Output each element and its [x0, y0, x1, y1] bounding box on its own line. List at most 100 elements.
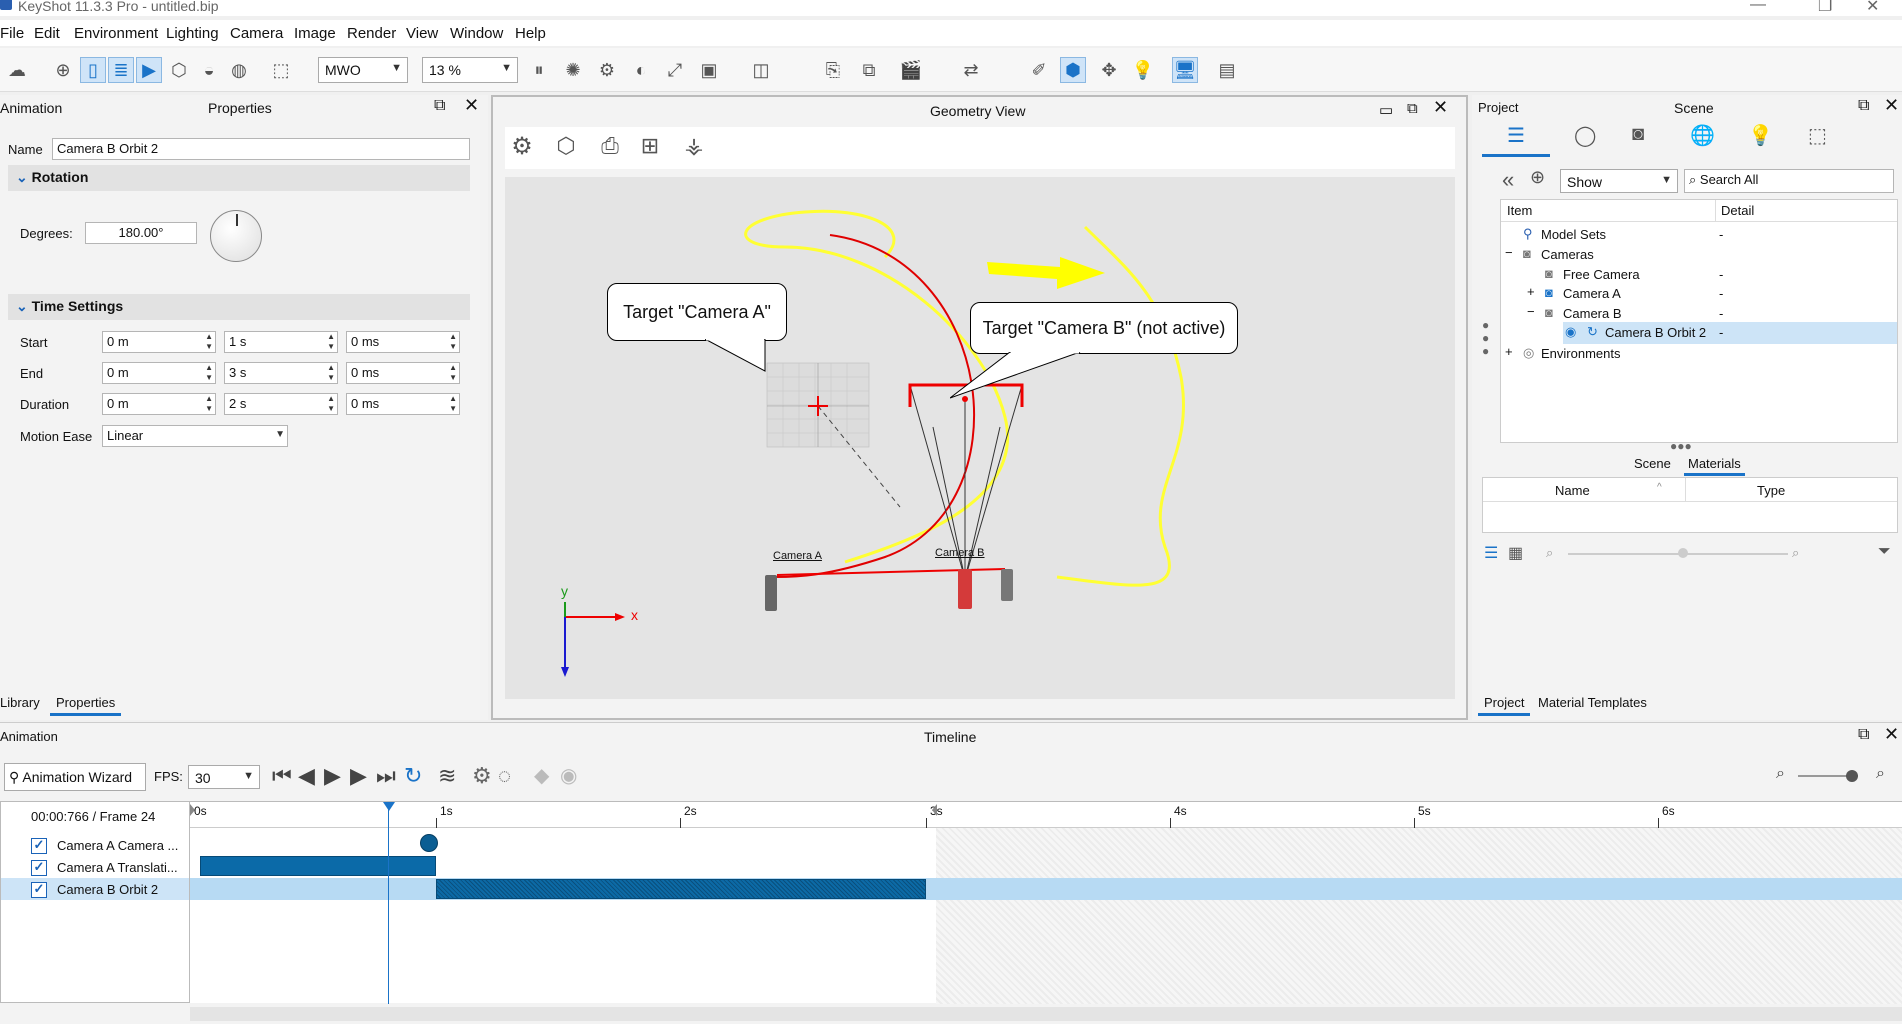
material-tab-icon[interactable]: ◯ [1574, 123, 1596, 148]
menu-lighting[interactable]: Lighting [166, 25, 219, 42]
time-settings-section[interactable]: ⌄ Time Settings [8, 294, 470, 320]
expand-tree-icon[interactable]: + [1527, 284, 1535, 299]
menu-environment[interactable]: Environment [74, 25, 158, 42]
collapse-tree-icon[interactable]: − [1505, 245, 1513, 260]
show-select[interactable]: Show ▼ [1560, 169, 1678, 193]
close-panel-icon[interactable]: ✕ [1884, 95, 1899, 116]
tab-scene[interactable]: Scene [1634, 456, 1671, 471]
motion-blur-icon[interactable]: ≋ [438, 763, 456, 789]
import-icon[interactable]: ⊕ [50, 57, 76, 83]
settings-icon[interactable]: ⚙ [472, 763, 492, 789]
skip-end-icon[interactable]: ⏭ [376, 763, 396, 789]
preview-icon[interactable]: ◌ [498, 763, 511, 789]
close-panel-icon[interactable]: ✕ [464, 95, 479, 116]
screenshot-icon[interactable]: ◫ [748, 57, 774, 83]
degrees-input[interactable]: 180.00° [85, 222, 197, 244]
tree-item-model-sets[interactable]: ⚲ Model Sets - [1501, 224, 1901, 246]
pause-icon[interactable]: ⏸ [526, 57, 552, 83]
spinner-icon[interactable]: ▲ ▼ [205, 394, 213, 414]
cloud-icon[interactable]: ☁ [4, 57, 30, 83]
eye-icon[interactable]: ◉ [1565, 324, 1576, 340]
image-tab-icon[interactable]: ⬚ [1808, 123, 1827, 148]
lock-icon[interactable]: ▣ [696, 57, 722, 83]
timeline-track-area[interactable]: 0s 1s 2s 3s 4s 5s 6s [190, 801, 1902, 1004]
mwo-select[interactable]: MWO ▼ [318, 57, 408, 83]
expand-tree-icon[interactable]: + [1505, 344, 1513, 359]
step-back-icon[interactable]: ◀ [298, 763, 315, 789]
timeline-scrollbar[interactable] [190, 1007, 1902, 1021]
camera-a-translation-clip[interactable] [200, 856, 436, 876]
clapper-icon[interactable]: 🎬 [898, 57, 924, 83]
monitor-icon[interactable]: 🖥 [1172, 57, 1198, 83]
close-icon[interactable]: ✕ [1866, 0, 1879, 16]
tree-item-camera-b-orbit[interactable]: ◉ ↻ Camera B Orbit 2- [1563, 322, 1897, 344]
share-icon[interactable]: ⇄ [958, 57, 984, 83]
expand-icon[interactable]: ⤢ [662, 57, 688, 83]
zoom-in-icon[interactable]: ⌕ [1792, 545, 1799, 561]
lighting-tab-icon[interactable]: 💡 [1748, 123, 1773, 148]
axes-icon[interactable]: ⚶ [681, 133, 707, 159]
animation-icon[interactable]: ▶ [136, 57, 162, 83]
spinner-icon[interactable]: ▲ ▼ [449, 332, 457, 352]
tab-library[interactable]: Library [0, 695, 40, 710]
splitter-icon[interactable]: ●●● [1670, 439, 1692, 453]
rotation-dial[interactable] [210, 210, 262, 262]
step-forward-icon[interactable]: ▶ [350, 763, 367, 789]
animation-wizard-button[interactable]: ⚲ Animation Wizard [4, 763, 146, 791]
zoom-out-icon[interactable]: ⌕ [1546, 545, 1553, 561]
end-sec-input[interactable]: 3 s ▲ ▼ [224, 362, 338, 384]
track-camera-a-translation[interactable]: ✓ Camera A Translati... [1, 856, 189, 878]
configurator-icon[interactable]: ◍ [226, 57, 252, 83]
tab-materials[interactable]: Materials [1684, 456, 1745, 476]
search-input[interactable]: ⌕ Search All [1684, 169, 1894, 193]
close-panel-icon[interactable]: ✕ [1884, 724, 1899, 745]
slider-handle[interactable] [1678, 548, 1688, 558]
add-icon[interactable]: ⊕ [1530, 167, 1545, 188]
grid-view-icon[interactable]: ▦ [1508, 543, 1523, 563]
panel-tab-animation[interactable]: Animation [0, 729, 58, 744]
spinner-icon[interactable]: ▲ ▼ [327, 332, 335, 352]
tree-item-cameras[interactable]: − ◙ Cameras [1501, 244, 1901, 266]
list-view-icon[interactable]: ☰ [1484, 543, 1498, 563]
tab-project[interactable]: Project [1478, 695, 1531, 716]
menu-window[interactable]: Window [450, 25, 503, 42]
keyframe-icon[interactable]: ◆ [534, 763, 549, 788]
undock-icon[interactable]: ⧉ [1407, 100, 1418, 117]
tab-material-templates[interactable]: Material Templates [1538, 695, 1647, 710]
tree-item-environments[interactable]: + ◎ Environments [1501, 343, 1901, 365]
drag-handle-icon[interactable]: ● ● ● [1482, 319, 1489, 358]
menu-image[interactable]: Image [294, 25, 336, 42]
spinner-icon[interactable]: ▲ ▼ [327, 363, 335, 383]
scene-tree-tab-icon[interactable]: ☰ [1482, 123, 1550, 157]
tool4-icon[interactable]: ✥ [1096, 57, 1122, 83]
camera-b-orbit-clip[interactable] [436, 879, 926, 899]
checkbox[interactable]: ✓ [31, 837, 53, 854]
cube-icon[interactable]: ⬡ [553, 133, 579, 159]
undock-icon[interactable]: ⧉ [434, 97, 445, 115]
library-icon[interactable]: ▯ [80, 57, 106, 83]
menu-camera[interactable]: Camera [230, 25, 283, 42]
restore-icon[interactable]: ❐ [1818, 0, 1832, 16]
menu-render[interactable]: Render [347, 25, 396, 42]
project-icon[interactable]: ≣ [108, 57, 134, 83]
duration-min-input[interactable]: 0 m ▲ ▼ [102, 393, 216, 415]
start-sec-input[interactable]: 1 s ▲ ▼ [224, 331, 338, 353]
denoise-icon[interactable]: ✺ [560, 57, 586, 83]
console-icon[interactable]: ▤ [1214, 57, 1240, 83]
camera-a-camera-keyframe[interactable] [420, 834, 438, 852]
tool-icon[interactable]: ⎘ [820, 57, 846, 83]
keyshotxr-icon[interactable]: ⬡ [166, 57, 192, 83]
panel-tab-animation[interactable]: Animation [0, 100, 62, 116]
camera-tab-icon[interactable]: ◙ [1632, 123, 1644, 146]
playhead-line[interactable] [388, 802, 389, 1004]
zoom-select[interactable]: 13 % ▼ [422, 57, 518, 83]
menu-file[interactable]: File [0, 25, 24, 42]
menu-edit[interactable]: Edit [34, 25, 60, 42]
name-input[interactable]: Camera B Orbit 2 [52, 138, 470, 160]
undock-icon[interactable]: ⧉ [1858, 97, 1869, 115]
maximize-icon[interactable]: ▭ [1379, 101, 1393, 119]
loop-icon[interactable]: ↻ [404, 763, 422, 789]
play-icon[interactable]: ▶ [324, 763, 341, 789]
render-icon[interactable]: ◒ [196, 57, 222, 83]
playhead-handle[interactable] [383, 802, 395, 811]
